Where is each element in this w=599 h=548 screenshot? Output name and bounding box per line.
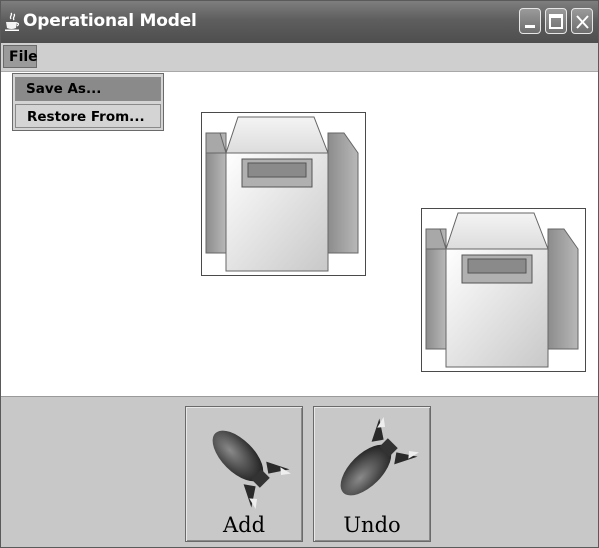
maximize-button[interactable] (545, 8, 567, 34)
file-dropdown-menu: Save As... Restore From... (12, 73, 164, 131)
server-node[interactable] (421, 208, 586, 372)
close-icon (576, 15, 589, 29)
file-menu[interactable]: File (3, 45, 38, 68)
server-icon (425, 212, 579, 368)
menu-item-restore-from[interactable]: Restore From... (15, 104, 161, 128)
menu-bar: File (1, 43, 598, 72)
server-node[interactable] (201, 112, 366, 276)
menu-item-save-as[interactable]: Save As... (15, 77, 161, 101)
minimize-button[interactable] (519, 8, 541, 34)
add-button[interactable]: Add (185, 406, 303, 542)
title-bar[interactable]: Operational Model (1, 1, 598, 43)
toolbar-panel: Add Undo (1, 396, 598, 547)
undo-button[interactable]: Undo (313, 406, 431, 542)
add-label: Add (222, 513, 266, 537)
java-cup-icon (5, 12, 20, 31)
minimize-icon (525, 25, 535, 28)
maximize-icon (549, 14, 563, 29)
rocket-icon (340, 417, 419, 496)
close-button[interactable] (571, 8, 593, 34)
undo-label: Undo (343, 513, 401, 537)
server-icon (205, 116, 359, 272)
application-window: Operational Model File Save As... Restor… (0, 0, 599, 548)
rocket-icon (212, 430, 291, 509)
window-title: Operational Model (23, 11, 197, 31)
